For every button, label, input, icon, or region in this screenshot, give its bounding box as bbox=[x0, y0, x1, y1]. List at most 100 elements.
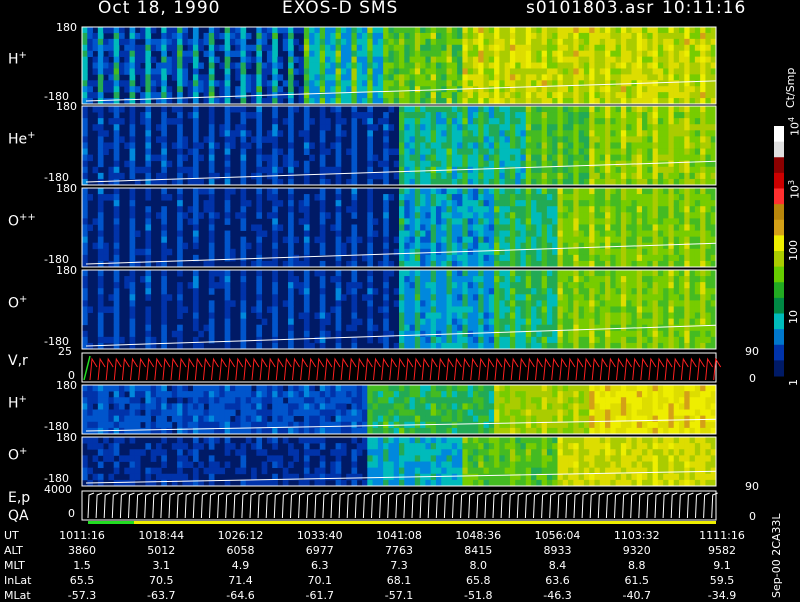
pixel bbox=[441, 98, 447, 105]
pixel bbox=[657, 92, 664, 99]
pixel bbox=[636, 44, 643, 52]
pixel bbox=[525, 300, 532, 307]
pixel bbox=[208, 248, 215, 256]
pixel bbox=[642, 270, 648, 277]
pixel bbox=[642, 276, 648, 283]
pixel bbox=[266, 80, 273, 87]
pixel bbox=[208, 276, 215, 283]
pixel bbox=[82, 44, 88, 52]
pixel bbox=[679, 44, 685, 52]
pixel bbox=[546, 276, 553, 283]
pixel bbox=[494, 68, 500, 75]
pixel bbox=[340, 294, 347, 301]
pixel bbox=[219, 282, 226, 289]
pixel bbox=[367, 142, 373, 149]
pixel bbox=[599, 242, 606, 250]
pixel bbox=[636, 166, 643, 174]
pixel bbox=[488, 248, 495, 256]
pixel bbox=[525, 200, 532, 207]
pixel bbox=[97, 294, 104, 301]
pixel bbox=[642, 282, 648, 289]
pixel bbox=[420, 300, 426, 307]
pixel bbox=[457, 142, 463, 149]
pixel bbox=[282, 236, 289, 244]
pixel bbox=[684, 62, 690, 69]
pixel bbox=[515, 206, 521, 213]
pixel bbox=[525, 194, 532, 201]
pixel bbox=[615, 336, 622, 344]
pixel bbox=[441, 68, 447, 75]
pixel bbox=[97, 242, 104, 250]
pixel bbox=[256, 68, 263, 75]
pixel bbox=[161, 248, 167, 256]
pixel bbox=[171, 403, 178, 410]
pixel bbox=[657, 300, 664, 307]
pixel bbox=[578, 318, 585, 326]
pixel bbox=[161, 106, 167, 113]
pixel bbox=[472, 270, 479, 277]
pixel bbox=[446, 27, 453, 34]
pixel bbox=[631, 27, 638, 34]
pixel bbox=[383, 254, 389, 262]
pixel bbox=[483, 142, 490, 149]
pixel bbox=[631, 342, 638, 350]
pixel bbox=[647, 212, 653, 219]
pixel bbox=[657, 86, 664, 93]
pixel bbox=[309, 342, 315, 350]
pixel bbox=[562, 194, 569, 201]
pixel bbox=[145, 324, 152, 332]
pixel bbox=[668, 194, 675, 201]
pixel bbox=[208, 112, 215, 119]
pixel bbox=[488, 224, 495, 231]
pixel bbox=[240, 32, 247, 40]
pixel bbox=[425, 44, 432, 52]
pixel bbox=[140, 118, 146, 125]
pixel bbox=[346, 148, 352, 156]
pixel bbox=[367, 236, 373, 244]
pixel bbox=[457, 236, 463, 244]
pixel bbox=[451, 148, 458, 156]
pixel bbox=[214, 44, 220, 52]
pixel bbox=[520, 276, 527, 283]
pixel bbox=[504, 142, 511, 149]
pixel bbox=[626, 56, 632, 63]
pixel bbox=[113, 136, 120, 143]
pixel bbox=[446, 98, 453, 105]
pixel bbox=[256, 342, 263, 350]
pixel bbox=[140, 385, 146, 392]
pixel bbox=[245, 242, 252, 250]
pixel bbox=[552, 336, 558, 344]
pixel bbox=[451, 318, 458, 326]
pixel bbox=[599, 50, 606, 58]
pixel bbox=[499, 166, 506, 174]
pixel bbox=[420, 166, 426, 174]
pixel bbox=[377, 74, 384, 81]
pixel bbox=[620, 212, 627, 219]
pixel bbox=[224, 421, 231, 429]
pixel bbox=[113, 62, 120, 69]
pixel bbox=[351, 124, 358, 131]
pixel bbox=[583, 124, 590, 131]
pixel bbox=[118, 409, 125, 417]
pixel bbox=[578, 142, 585, 149]
pixel bbox=[499, 306, 506, 313]
pixel bbox=[192, 160, 199, 168]
pixel bbox=[129, 62, 136, 69]
pixel bbox=[420, 336, 426, 344]
pixel bbox=[97, 178, 104, 186]
pixel bbox=[573, 282, 580, 289]
pixel bbox=[399, 282, 405, 289]
pixel bbox=[340, 118, 347, 125]
pixel bbox=[97, 80, 104, 87]
pixel bbox=[420, 172, 426, 180]
pixel bbox=[652, 148, 659, 156]
pixel bbox=[414, 342, 421, 350]
pixel bbox=[113, 330, 120, 338]
pixel bbox=[129, 118, 136, 125]
pixel bbox=[689, 276, 696, 283]
pixel bbox=[155, 172, 162, 180]
pixel bbox=[694, 118, 701, 125]
pixel bbox=[399, 200, 405, 207]
pixel bbox=[483, 194, 490, 201]
pixel bbox=[689, 118, 696, 125]
